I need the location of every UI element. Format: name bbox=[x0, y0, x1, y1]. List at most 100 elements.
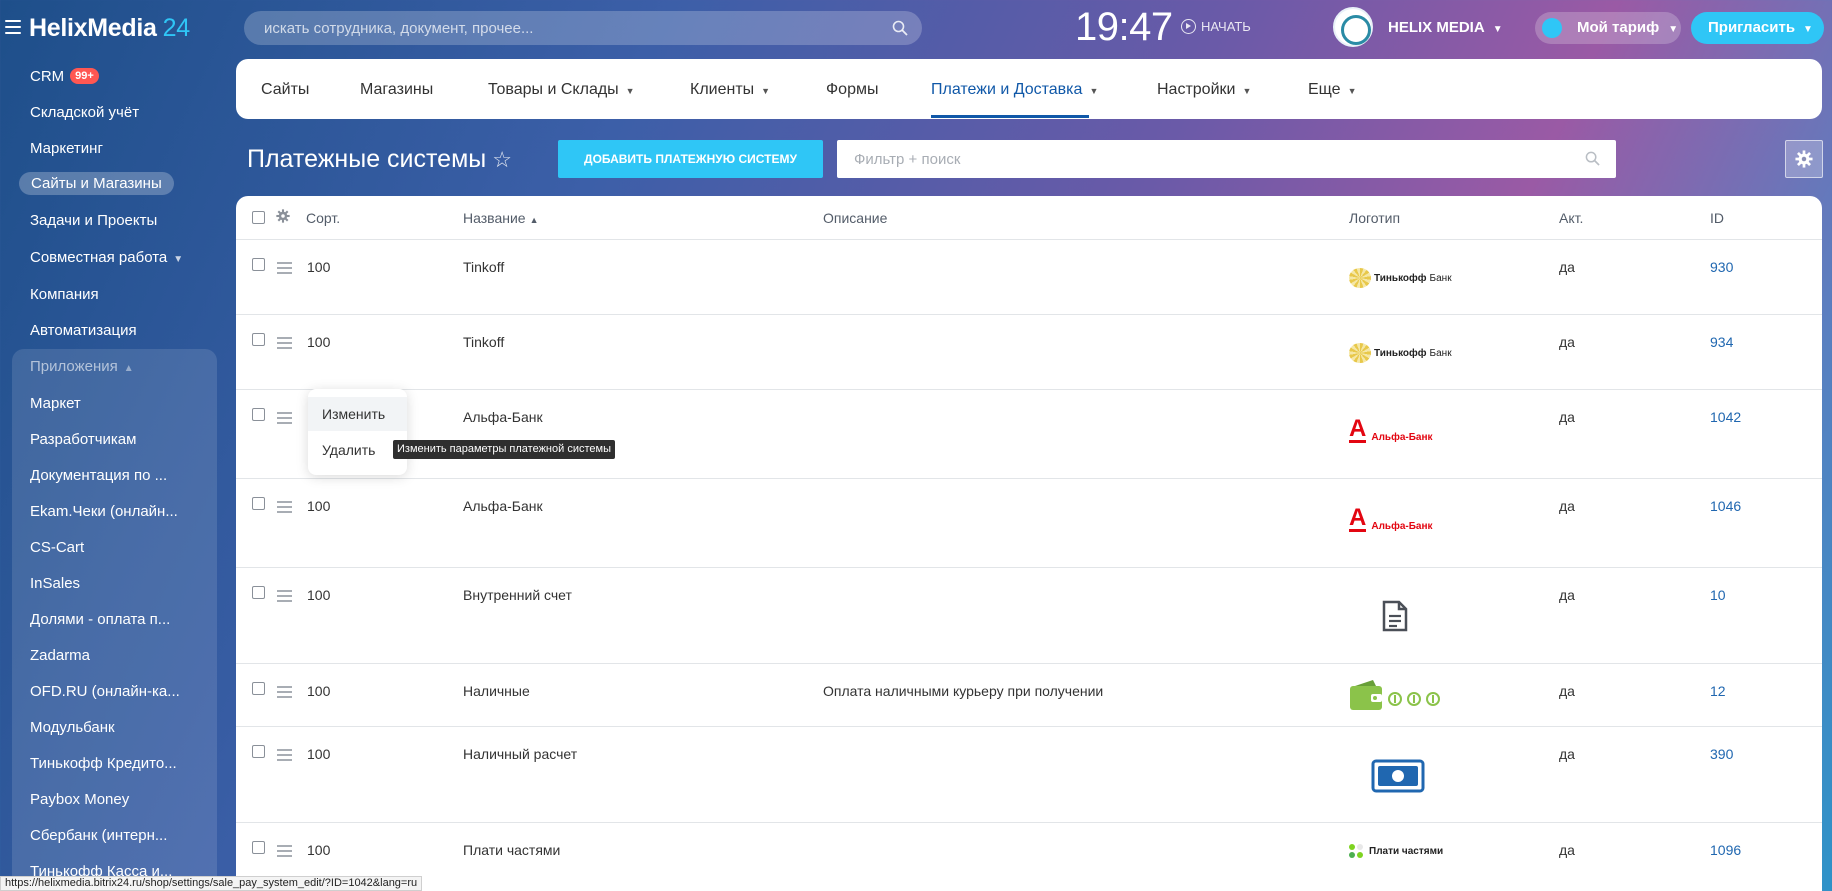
drag-handle-icon[interactable] bbox=[277, 337, 292, 352]
table-row[interactable]: 100 Наличные Оплата наличными курьеру пр… bbox=[236, 664, 1822, 727]
dots-icon bbox=[1349, 844, 1363, 858]
sidebar-app-item[interactable]: Маркет bbox=[30, 395, 81, 412]
cell-id-link[interactable]: 10 bbox=[1710, 587, 1726, 603]
sidebar-app-item[interactable]: OFD.RU (онлайн-ка... bbox=[30, 683, 180, 700]
sidebar-item-warehouse[interactable]: Складской учёт bbox=[30, 104, 139, 121]
sidebar-app-item[interactable]: Разработчикам bbox=[30, 431, 136, 448]
drag-handle-icon[interactable] bbox=[277, 686, 292, 701]
sidebar-app-item[interactable]: CS-Cart bbox=[30, 539, 84, 556]
sidebar-app-item[interactable]: Тинькофф Кредито... bbox=[30, 755, 177, 772]
sidebar-item-crm[interactable]: CRM 99+ bbox=[30, 68, 99, 85]
table-row[interactable]: 100 Альфа-Банк A Альфа-Банк да 1046 bbox=[236, 479, 1822, 568]
grid-settings-button[interactable] bbox=[1785, 140, 1823, 178]
table-row[interactable]: 100 Альфа-Банк AАльфа-Банк да 1042 bbox=[236, 390, 1822, 479]
row-checkbox[interactable] bbox=[252, 841, 265, 854]
invite-button[interactable]: Пригласить ▼ bbox=[1691, 12, 1824, 44]
table-row[interactable]: 100 Tinkoff Тинькофф Банк да 934 bbox=[236, 315, 1822, 390]
tab-products[interactable]: Товары и Склады ▼ bbox=[488, 81, 635, 99]
row-checkbox[interactable] bbox=[252, 408, 265, 421]
drag-handle-icon[interactable] bbox=[277, 590, 292, 605]
sidebar-item-marketing[interactable]: Маркетинг bbox=[30, 140, 103, 157]
tab-label: Клиенты bbox=[690, 81, 755, 98]
payment-systems-grid: Сорт. Название ▲ Описание Логотип Акт. ID… bbox=[236, 196, 1822, 891]
column-header-name[interactable]: Название ▲ bbox=[463, 210, 538, 226]
menu-burger-icon[interactable] bbox=[5, 20, 21, 34]
sidebar-app-item[interactable]: Модульбанк bbox=[30, 719, 115, 736]
search-icon[interactable] bbox=[892, 20, 908, 41]
cell-sort: 100 bbox=[307, 746, 331, 762]
context-edit-item[interactable]: Изменить bbox=[308, 397, 407, 431]
search-icon[interactable] bbox=[1585, 151, 1600, 171]
cell-active: да bbox=[1559, 334, 1575, 350]
cell-id-link[interactable]: 390 bbox=[1710, 746, 1733, 762]
table-row[interactable]: 100 Плати частями Плати частями да 1096 bbox=[236, 823, 1822, 891]
sidebar-app-item[interactable]: Ekam.Чеки (онлайн... bbox=[30, 503, 178, 520]
drag-handle-icon[interactable] bbox=[277, 262, 292, 277]
row-checkbox[interactable] bbox=[252, 497, 265, 510]
search-placeholder: искать сотрудника, документ, прочее... bbox=[264, 20, 534, 37]
tab-payments-delivery[interactable]: Платежи и Доставка ▼ bbox=[931, 81, 1098, 99]
logo-caption: Банк bbox=[1429, 272, 1452, 284]
drag-handle-icon[interactable] bbox=[277, 501, 292, 516]
app-logo[interactable]: HelixMedia 24 bbox=[29, 14, 190, 43]
column-header-logo[interactable]: Логотип bbox=[1349, 210, 1400, 226]
global-search-input[interactable]: искать сотрудника, документ, прочее... bbox=[244, 11, 922, 45]
sidebar-item-company[interactable]: Компания bbox=[30, 286, 99, 303]
sidebar-item-tasks[interactable]: Задачи и Проекты bbox=[30, 212, 157, 229]
sidebar-item-collaboration[interactable]: Совместная работа ▼ bbox=[30, 249, 183, 266]
cell-active: да bbox=[1559, 259, 1575, 275]
sidebar-item-sites[interactable]: Сайты и Магазины bbox=[19, 172, 174, 195]
drag-handle-icon[interactable] bbox=[277, 749, 292, 764]
cell-id-link[interactable]: 1042 bbox=[1710, 409, 1741, 425]
tab-clients[interactable]: Клиенты ▼ bbox=[690, 81, 770, 99]
row-checkbox[interactable] bbox=[252, 586, 265, 599]
table-row[interactable]: 100 Наличный расчет да 390 bbox=[236, 727, 1822, 823]
sidebar-item-automation[interactable]: Автоматизация bbox=[30, 322, 137, 339]
row-checkbox[interactable] bbox=[252, 333, 265, 346]
sidebar-app-item[interactable]: Документация по ... bbox=[30, 467, 167, 484]
sidebar-app-item[interactable]: Сбербанк (интерн... bbox=[30, 827, 167, 844]
sidebar-app-item[interactable]: InSales bbox=[30, 575, 80, 592]
cell-id-link[interactable]: 12 bbox=[1710, 683, 1726, 699]
tinkoff-shield-icon bbox=[1349, 343, 1371, 363]
gear-icon[interactable] bbox=[276, 209, 290, 228]
tariff-button[interactable]: Мой тариф ▼ bbox=[1535, 12, 1681, 44]
clock: 19:47 bbox=[1075, 5, 1173, 49]
select-all-checkbox[interactable] bbox=[252, 211, 265, 224]
table-row[interactable]: 100 Tinkoff Тинькофф Банк да 930 bbox=[236, 240, 1822, 315]
star-icon[interactable]: ☆ bbox=[492, 147, 512, 172]
column-header-sort[interactable]: Сорт. bbox=[306, 210, 340, 226]
tooltip: Изменить параметры платежной системы bbox=[393, 440, 615, 459]
cell-id-link[interactable]: 1046 bbox=[1710, 498, 1741, 514]
column-header-description[interactable]: Описание bbox=[823, 210, 887, 226]
sidebar-app-item[interactable]: Paybox Money bbox=[30, 791, 129, 808]
cell-id-link[interactable]: 934 bbox=[1710, 334, 1733, 350]
cell-id-link[interactable]: 930 bbox=[1710, 259, 1733, 275]
tab-settings[interactable]: Настройки ▼ bbox=[1157, 81, 1251, 99]
tab-forms[interactable]: Формы bbox=[826, 81, 878, 99]
sidebar-app-item[interactable]: Zadarma bbox=[30, 647, 90, 664]
row-checkbox[interactable] bbox=[252, 682, 265, 695]
row-checkbox[interactable] bbox=[252, 745, 265, 758]
drag-handle-icon[interactable] bbox=[277, 845, 292, 860]
add-payment-system-button[interactable]: ДОБАВИТЬ ПЛАТЕЖНУЮ СИСТЕМУ bbox=[558, 140, 823, 178]
start-label: НАЧАТЬ bbox=[1201, 19, 1251, 34]
tab-label: Еще bbox=[1308, 81, 1341, 98]
company-menu[interactable]: HELIX MEDIA ▼ bbox=[1388, 19, 1503, 36]
start-workday-button[interactable]: НАЧАТЬ bbox=[1181, 19, 1251, 34]
filter-search-input[interactable]: Фильтр + поиск bbox=[837, 140, 1616, 178]
counter-badge: 99+ bbox=[70, 68, 99, 84]
tab-shops[interactable]: Магазины bbox=[360, 81, 433, 99]
cell-name: Наличный расчет bbox=[463, 746, 578, 762]
column-header-active[interactable]: Акт. bbox=[1559, 210, 1583, 226]
row-checkbox[interactable] bbox=[252, 258, 265, 271]
tab-sites[interactable]: Сайты bbox=[261, 81, 309, 99]
drag-handle-icon[interactable] bbox=[277, 412, 292, 427]
column-header-id[interactable]: ID bbox=[1710, 210, 1724, 226]
tab-more[interactable]: Еще ▼ bbox=[1308, 81, 1356, 99]
cell-id-link[interactable]: 1096 bbox=[1710, 842, 1741, 858]
sidebar-apps-toggle[interactable]: Приложения ▲ bbox=[30, 358, 134, 375]
table-row[interactable]: 100 Внутренний счет да 10 bbox=[236, 568, 1822, 664]
sidebar-app-item[interactable]: Долями - оплата п... bbox=[30, 611, 170, 628]
company-logo[interactable] bbox=[1333, 7, 1373, 47]
